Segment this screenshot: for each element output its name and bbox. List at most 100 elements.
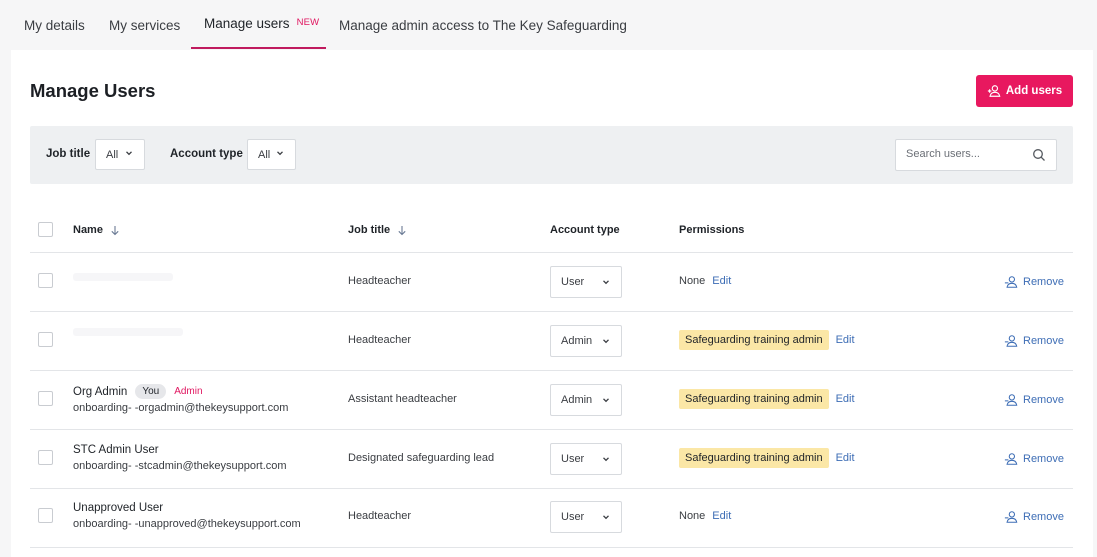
select-all-checkbox[interactable] [38, 222, 53, 237]
job-title: Designated safeguarding lead [348, 452, 495, 464]
table-row: Headteacher User None Edit Remove [30, 253, 1073, 312]
redacted-name [73, 273, 173, 281]
user-remove-icon [1004, 453, 1018, 465]
search-icon[interactable] [1032, 148, 1046, 162]
new-badge: NEW [296, 17, 320, 28]
column-header-account-type: Account type [550, 224, 620, 236]
chevron-down-icon [603, 280, 609, 285]
account-type-value: Admin [561, 394, 593, 406]
remove-label: Remove [1023, 453, 1064, 465]
account-type-select[interactable]: User [550, 443, 622, 475]
chevron-down-icon [603, 398, 609, 403]
account-type-filter-label: Account type [170, 148, 243, 160]
column-header-name[interactable]: Name [73, 224, 120, 236]
add-users-label: Add users [1005, 85, 1063, 97]
permissions-cell: Safeguarding training admin Edit [679, 447, 855, 469]
job-title-filter-select[interactable]: All [95, 139, 145, 170]
account-type-select[interactable]: Admin [550, 325, 622, 357]
row-checkbox[interactable] [38, 508, 53, 523]
account-type-value: Admin [561, 335, 593, 347]
user-email: onboarding- -orgadmin@thekeysupport.com [73, 402, 289, 414]
permissions-cell: Safeguarding training admin Edit [679, 388, 855, 410]
chevron-down-icon [603, 339, 609, 344]
permission-badge: Safeguarding training admin [679, 389, 829, 409]
redacted-name [73, 328, 183, 336]
column-header-label: Job title [348, 224, 391, 236]
account-type-value: User [561, 453, 585, 465]
column-header-permissions: Permissions [679, 224, 744, 236]
user-email: onboarding- -stcadmin@thekeysupport.com [73, 460, 287, 472]
job-title: Headteacher [348, 334, 411, 346]
account-type-select[interactable]: User [550, 266, 622, 298]
remove-user-button[interactable]: Remove [1004, 510, 1064, 524]
remove-label: Remove [1023, 511, 1064, 523]
add-users-button[interactable]: Add users [976, 75, 1073, 107]
tab-my-details[interactable]: My details [24, 0, 85, 50]
chevron-down-icon [277, 151, 283, 156]
remove-label: Remove [1023, 276, 1064, 288]
account-tabs: My details My services Manage users NEW … [0, 0, 1097, 50]
job-title-filter-label: Job title [46, 148, 91, 160]
user-name: Unapproved User [73, 502, 164, 514]
permission-text: None [679, 275, 706, 287]
tab-label: My details [24, 17, 85, 33]
tab-label: Manage users [204, 16, 290, 31]
arrow-down-icon [398, 225, 406, 235]
account-type-value: User [561, 276, 585, 288]
table-header: Name Job title Account type Permissions [30, 212, 1073, 253]
row-checkbox[interactable] [38, 391, 53, 406]
account-type-filter-value: All [258, 148, 271, 161]
row-checkbox[interactable] [38, 332, 53, 347]
remove-user-button[interactable]: Remove [1004, 334, 1064, 348]
edit-permissions-link[interactable]: Edit [712, 275, 731, 287]
add-user-icon [987, 85, 1001, 97]
permissions-cell: Safeguarding training admin Edit [679, 329, 855, 351]
tab-manage-users[interactable]: Manage users NEW [191, 0, 326, 49]
manage-users-card: Manage Users Add users Job title All Acc… [11, 50, 1093, 557]
user-remove-icon [1004, 276, 1018, 288]
column-header-label: Account type [550, 224, 620, 236]
table-row: STC Admin User onboarding- -stcadmin@the… [30, 430, 1073, 489]
account-type-select[interactable]: User [550, 501, 622, 533]
tab-label: Manage admin access to The Key Safeguard… [339, 17, 627, 33]
user-name-line: Unapproved User [73, 502, 163, 514]
chevron-down-icon [603, 515, 609, 520]
admin-tag: Admin [174, 386, 203, 397]
job-title: Headteacher [348, 275, 411, 287]
tab-label: My services [109, 17, 181, 33]
permissions-cell: None Edit [679, 505, 731, 527]
user-name-line: Org Admin You Admin [73, 384, 203, 399]
column-header-label: Permissions [679, 224, 745, 236]
tab-my-services[interactable]: My services [109, 0, 180, 50]
job-title-filter-value: All [106, 148, 119, 161]
edit-permissions-link[interactable]: Edit [836, 452, 855, 464]
account-type-filter-select[interactable]: All [247, 139, 296, 170]
search-box [895, 139, 1057, 171]
column-header-job-title[interactable]: Job title [348, 224, 407, 236]
table-row: Org Admin You Admin onboarding- -orgadmi… [30, 371, 1073, 430]
search-input[interactable] [906, 148, 1026, 160]
table-row: Headteacher Admin Safeguarding training … [30, 312, 1073, 371]
row-checkbox[interactable] [38, 273, 53, 288]
user-remove-icon [1004, 335, 1018, 347]
user-remove-icon [1004, 394, 1018, 406]
account-type-select[interactable]: Admin [550, 384, 622, 416]
table-row: Unapproved User onboarding- -unapproved@… [30, 489, 1073, 548]
account-type-value: User [561, 511, 585, 523]
page-title: Manage Users [30, 80, 156, 101]
remove-label: Remove [1023, 394, 1064, 406]
remove-user-button[interactable]: Remove [1004, 393, 1064, 407]
user-email: onboarding- -unapproved@thekeysupport.co… [73, 518, 301, 530]
remove-user-button[interactable]: Remove [1004, 275, 1064, 289]
edit-permissions-link[interactable]: Edit [836, 334, 855, 346]
edit-permissions-link[interactable]: Edit [836, 393, 855, 405]
permission-badge: Safeguarding training admin [679, 448, 829, 468]
user-name: STC Admin User [73, 444, 159, 456]
edit-permissions-link[interactable]: Edit [712, 510, 731, 522]
tab-manage-admin-access[interactable]: Manage admin access to The Key Safeguard… [339, 0, 627, 50]
remove-user-button[interactable]: Remove [1004, 452, 1064, 466]
job-title: Assistant headteacher [348, 393, 457, 405]
row-checkbox[interactable] [38, 450, 53, 465]
chevron-down-icon [126, 151, 132, 156]
user-name-line: STC Admin User [73, 444, 159, 456]
